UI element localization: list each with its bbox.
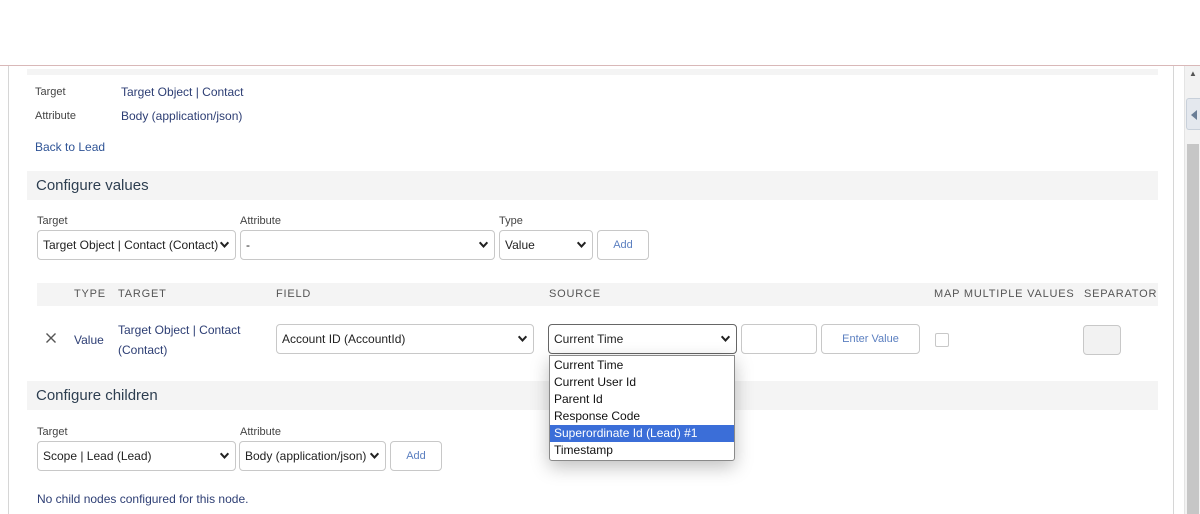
- side-panel-toggle[interactable]: [1186, 98, 1200, 130]
- configure-values-header: Configure values: [27, 171, 1158, 200]
- select-value: -: [246, 238, 250, 252]
- dropdown-option[interactable]: Superordinate Id (Lead) #1: [550, 425, 734, 442]
- column-header-field: FIELD: [276, 288, 312, 300]
- values-type-select[interactable]: Value: [499, 230, 593, 260]
- select-value: Account ID (AccountId): [282, 332, 406, 346]
- values-table-header: TYPE TARGET FIELD SOURCE MAP MULTIPLE VA…: [37, 283, 1158, 306]
- children-target-label: Target: [37, 426, 68, 438]
- dropdown-option[interactable]: Timestamp: [550, 442, 734, 459]
- previous-section-strip: [27, 69, 1158, 75]
- section-title: Configure values: [36, 177, 149, 194]
- target-value: Target Object | Contact: [121, 85, 244, 99]
- collapse-left-icon: [1191, 110, 1197, 120]
- dropdown-option[interactable]: Parent Id: [550, 391, 734, 408]
- select-value: Value: [505, 238, 535, 252]
- column-header-separator: SEPARATOR: [1084, 288, 1158, 300]
- column-header-target: TARGET: [118, 288, 167, 300]
- values-attribute-label: Attribute: [240, 215, 281, 227]
- empty-children-message: No child nodes configured for this node.: [37, 492, 249, 506]
- scroll-up-arrow-icon[interactable]: ▲: [1189, 70, 1197, 78]
- values-type-label: Type: [499, 215, 523, 227]
- values-target-select[interactable]: Target Object | Contact (Contact): [37, 230, 236, 260]
- row-field-select[interactable]: Account ID (AccountId): [276, 324, 534, 354]
- row-value-input[interactable]: [741, 324, 817, 354]
- chevron-down-icon: [219, 452, 230, 459]
- dropdown-option[interactable]: Current User Id: [550, 374, 734, 391]
- children-attribute-select[interactable]: Body (application/json): [239, 441, 386, 471]
- enter-value-button[interactable]: Enter Value: [821, 324, 920, 354]
- chevron-down-icon: [720, 335, 731, 342]
- select-value: Current Time: [554, 332, 624, 346]
- dropdown-option[interactable]: Response Code: [550, 408, 734, 425]
- vertical-scrollbar[interactable]: ▲: [1184, 66, 1200, 514]
- section-title: Configure children: [36, 387, 158, 404]
- chevron-down-icon: [369, 452, 380, 459]
- column-header-type: TYPE: [74, 288, 106, 300]
- column-header-map-multiple-values: MAP MULTIPLE VALUES: [934, 288, 1075, 300]
- map-multiple-values-checkbox[interactable]: [935, 333, 949, 347]
- children-add-button[interactable]: Add: [390, 441, 442, 471]
- attribute-value: Body (application/json): [121, 109, 243, 123]
- select-value: Target Object | Contact (Contact): [43, 238, 219, 252]
- target-label: Target: [35, 86, 66, 98]
- row-target-line2: (Contact): [118, 343, 168, 357]
- children-attribute-label: Attribute: [240, 426, 281, 438]
- attribute-label: Attribute: [35, 110, 76, 122]
- values-attribute-select[interactable]: -: [240, 230, 495, 260]
- chevron-down-icon: [576, 241, 587, 248]
- chevron-down-icon: [478, 241, 489, 248]
- row-target-line1: Target Object | Contact: [118, 323, 241, 337]
- chevron-down-icon: [219, 241, 230, 248]
- back-to-lead-link[interactable]: Back to Lead: [35, 140, 105, 154]
- scroll-thumb[interactable]: [1187, 144, 1199, 514]
- children-target-select[interactable]: Scope | Lead (Lead): [37, 441, 236, 471]
- separator-input[interactable]: [1083, 325, 1121, 355]
- close-icon[interactable]: [45, 332, 57, 344]
- select-value: Body (application/json): [245, 449, 367, 463]
- values-target-label: Target: [37, 215, 68, 227]
- values-add-button[interactable]: Add: [597, 230, 649, 260]
- source-dropdown-list[interactable]: Current Time Current User Id Parent Id R…: [549, 355, 735, 461]
- row-source-select[interactable]: Current Time: [548, 324, 737, 354]
- select-value: Scope | Lead (Lead): [43, 449, 152, 463]
- dropdown-option[interactable]: Current Time: [550, 357, 734, 374]
- top-bar: [0, 0, 1200, 66]
- chevron-down-icon: [517, 335, 528, 342]
- column-header-source: SOURCE: [549, 288, 601, 300]
- row-type: Value: [74, 333, 104, 347]
